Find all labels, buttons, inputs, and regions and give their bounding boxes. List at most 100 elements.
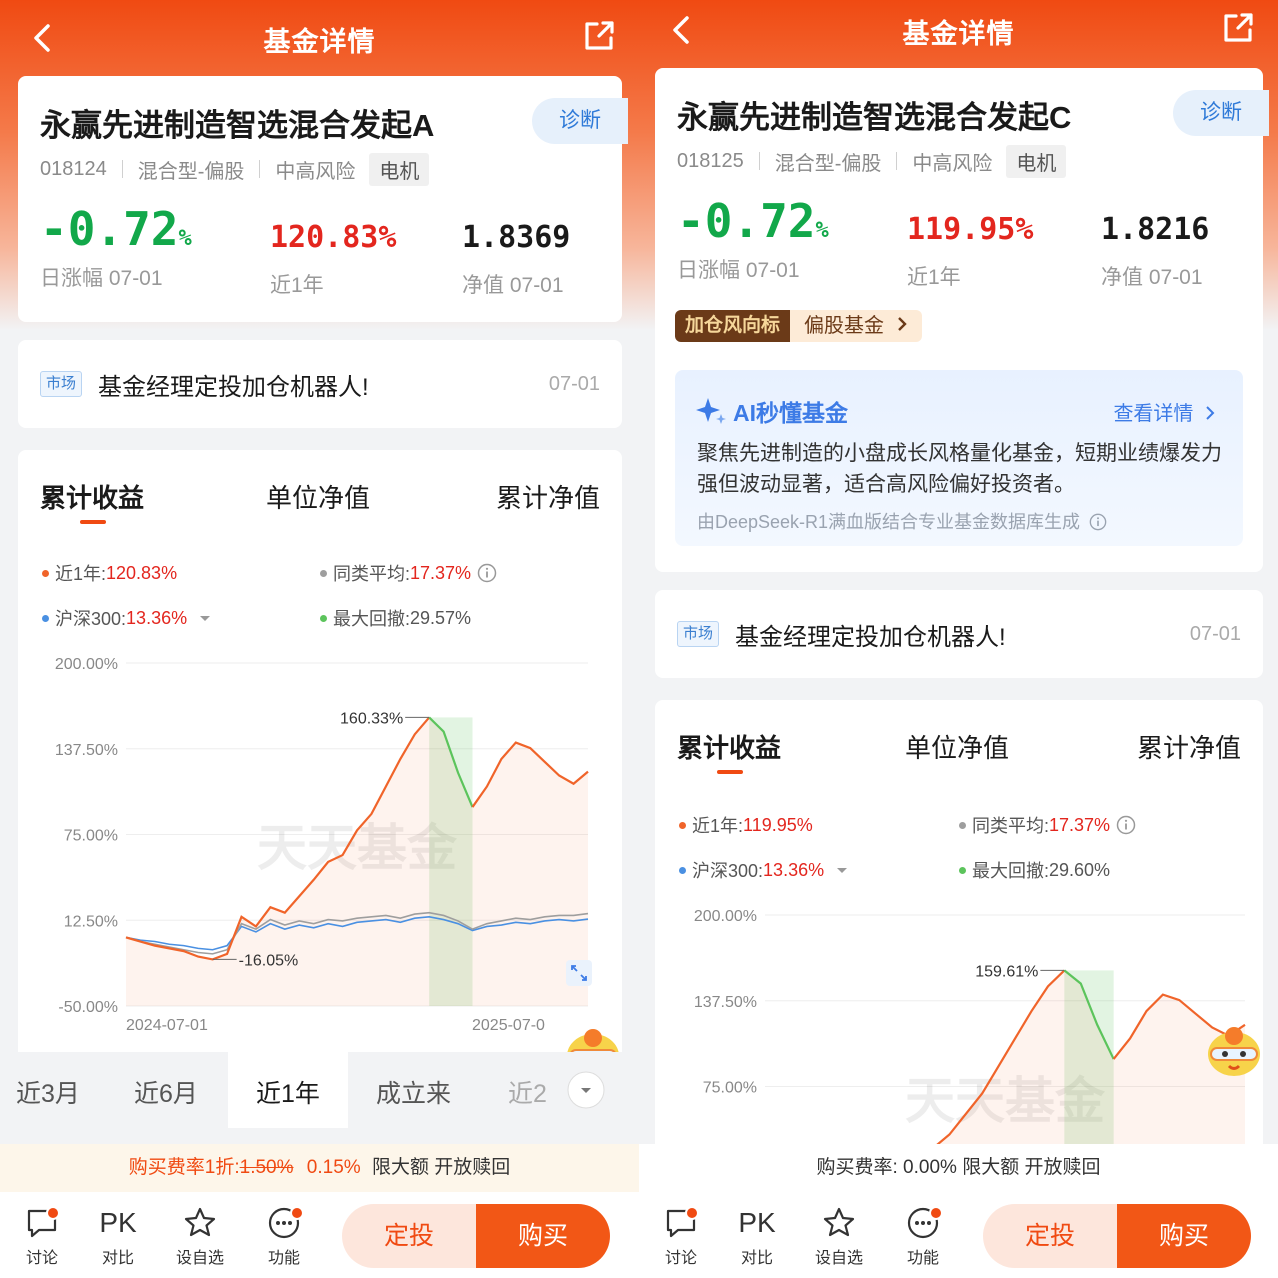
share-icon[interactable]: [581, 18, 617, 54]
market-date: 07-01: [548, 372, 600, 395]
compare-button[interactable]: PK 对比: [90, 1206, 146, 1268]
y-tick-label: 137.50%: [694, 994, 757, 1011]
divider: [896, 152, 898, 170]
ai-summary-box: AI秒懂基金 查看详情 聚焦先进制造的小盘成长风格量化基金，短期业绩爆发力强但波…: [675, 370, 1243, 546]
legend-index[interactable]: 沪深300: 13.36%: [42, 605, 213, 631]
pk-icon: PK: [738, 1207, 776, 1238]
fund-a-panel: 基金详情 永赢先进制造智选混合发起A 诊断 018124 混合型-偏股 中高风险…: [0, 0, 639, 1278]
function-button[interactable]: 功能: [895, 1206, 951, 1268]
compare-label: 对比: [101, 1250, 134, 1267]
divider: [259, 160, 261, 178]
dropdown-caret-icon[interactable]: [197, 613, 213, 623]
tab-cumulative-nav[interactable]: 累计净值: [1137, 728, 1241, 765]
period-3m[interactable]: 近3月: [16, 1074, 80, 1110]
diagnose-button[interactable]: 诊断: [1173, 90, 1269, 136]
legend-index[interactable]: 沪深300: 13.36%: [679, 857, 850, 883]
nav-stat: 1.8369 净值 07-01: [462, 220, 570, 299]
function-label: 功能: [906, 1250, 939, 1267]
legend-max-drawdown: 最大回撤: 29.60%: [959, 857, 1110, 883]
dropdown-caret-icon[interactable]: [834, 865, 850, 875]
theme-badge[interactable]: 电机: [1006, 144, 1067, 178]
year-return-value: 120.83%: [270, 220, 397, 255]
fee-bar: 购买费率: 0.00% 限大额 开放赎回: [639, 1144, 1278, 1192]
fund-type: 混合型-偏股: [137, 160, 245, 183]
discuss-button[interactable]: 讨论: [653, 1206, 709, 1268]
add-watchlist-button[interactable]: 设自选: [811, 1206, 867, 1268]
notification-dot: [929, 1206, 943, 1220]
discuss-button[interactable]: 讨论: [14, 1206, 70, 1268]
divider: [758, 152, 760, 170]
tab-cumulative-nav[interactable]: 累计净值: [496, 478, 600, 515]
info-icon[interactable]: [1116, 815, 1136, 835]
day-change-value: -0.72: [40, 202, 179, 256]
day-change-unit: %: [815, 218, 829, 243]
chart-tabs: 累计收益 单位净值 累计净值: [18, 478, 622, 538]
info-icon[interactable]: [1089, 513, 1107, 531]
theme-badge[interactable]: 电机: [369, 152, 430, 186]
chart-tabs: 累计收益 单位净值 累计净值: [655, 728, 1263, 788]
page-title: 基金详情: [902, 19, 1015, 49]
auto-invest-button[interactable]: 定投: [983, 1204, 1117, 1268]
info-icon[interactable]: [477, 563, 497, 583]
nav-value: 1.8369: [462, 220, 571, 255]
day-change-stat: -0.72% 日涨幅 07-01: [677, 194, 829, 284]
market-date: 07-01: [1189, 622, 1241, 645]
wind-indicator[interactable]: 加仓风向标 偏股基金: [675, 308, 922, 344]
fund-risk: 中高风险: [912, 152, 993, 175]
mascot-icon[interactable]: [1201, 1014, 1267, 1080]
diagnose-button[interactable]: 诊断: [532, 98, 628, 144]
fee-prefix: 购买费率1折:: [128, 1157, 240, 1178]
year-return-stat: 120.83% 近1年: [270, 220, 396, 299]
fund-name: 永赢先进制造智选混合发起C: [677, 100, 1072, 135]
fund-code: 018125: [677, 149, 744, 172]
more-periods-icon[interactable]: [566, 1070, 606, 1110]
y-tick-label: 200.00%: [694, 908, 757, 925]
period-since-inception[interactable]: 成立来: [376, 1074, 451, 1110]
active-tab-indicator: [80, 520, 106, 524]
fund-area: [126, 717, 588, 1006]
compare-button[interactable]: PK 对比: [729, 1206, 785, 1268]
sparkle-icon: [696, 398, 726, 424]
expand-icon[interactable]: [566, 960, 592, 986]
tab-cumulative-return[interactable]: 累计收益: [40, 478, 144, 515]
compare-label: 对比: [740, 1250, 773, 1267]
divider: [121, 160, 123, 178]
period-2y[interactable]: 近2: [508, 1074, 547, 1110]
function-button[interactable]: 功能: [256, 1206, 312, 1268]
ai-detail-link[interactable]: 查看详情: [1113, 397, 1215, 426]
market-notice[interactable]: 市场 基金经理定投加仓机器人! 07-01: [18, 340, 622, 428]
period-1y[interactable]: 近1年: [256, 1074, 320, 1110]
tab-cumulative-return[interactable]: 累计收益: [677, 728, 781, 765]
period-6m[interactable]: 近6月: [134, 1074, 198, 1110]
fee-original: 1.50%: [239, 1157, 294, 1178]
chevron-right-icon: [1206, 406, 1215, 420]
period-selector: 近3月 近6月 近1年 成立来 近2: [0, 1052, 639, 1128]
add-watchlist-button[interactable]: 设自选: [172, 1206, 228, 1268]
y-tick-label: -50.00%: [58, 999, 118, 1016]
notification-dot: [685, 1206, 699, 1220]
market-tag: 市场: [40, 371, 82, 397]
legend-average: 同类平均: 17.37%: [959, 812, 1136, 838]
legend-fund: 近1年: 119.95%: [679, 812, 813, 838]
nav-label: 净值 07-01: [1101, 266, 1203, 289]
buy-button[interactable]: 购买: [1117, 1204, 1251, 1268]
tab-unit-nav[interactable]: 单位净值: [905, 728, 1009, 765]
bottom-action-bar: 讨论 PK 对比 设自选 功能 定投 购买: [639, 1192, 1278, 1278]
share-icon[interactable]: [1220, 10, 1256, 46]
wind-label: 加仓风向标: [675, 310, 791, 342]
y-tick-label: 12.50%: [64, 913, 118, 930]
wind-text: 偏股基金: [790, 310, 922, 342]
tab-unit-nav[interactable]: 单位净值: [266, 478, 370, 515]
buy-button[interactable]: 购买: [476, 1204, 610, 1268]
day-change-stat: -0.72% 日涨幅 07-01: [40, 202, 192, 292]
star-icon: [823, 1207, 855, 1237]
fund-name: 永赢先进制造智选混合发起A: [40, 108, 435, 143]
watchlist-label: 设自选: [814, 1250, 863, 1267]
auto-invest-button[interactable]: 定投: [342, 1204, 476, 1268]
cumulative-return-chart: 200.00%137.50%75.00%天天基金159.61%: [694, 908, 1246, 1144]
legend-average: 同类平均: 17.37%: [320, 560, 497, 586]
peak-label: 159.61%: [975, 963, 1038, 980]
discuss-label: 讨论: [664, 1250, 697, 1267]
chevron-right-icon: [897, 317, 907, 331]
market-notice[interactable]: 市场 基金经理定投加仓机器人! 07-01: [655, 590, 1263, 678]
